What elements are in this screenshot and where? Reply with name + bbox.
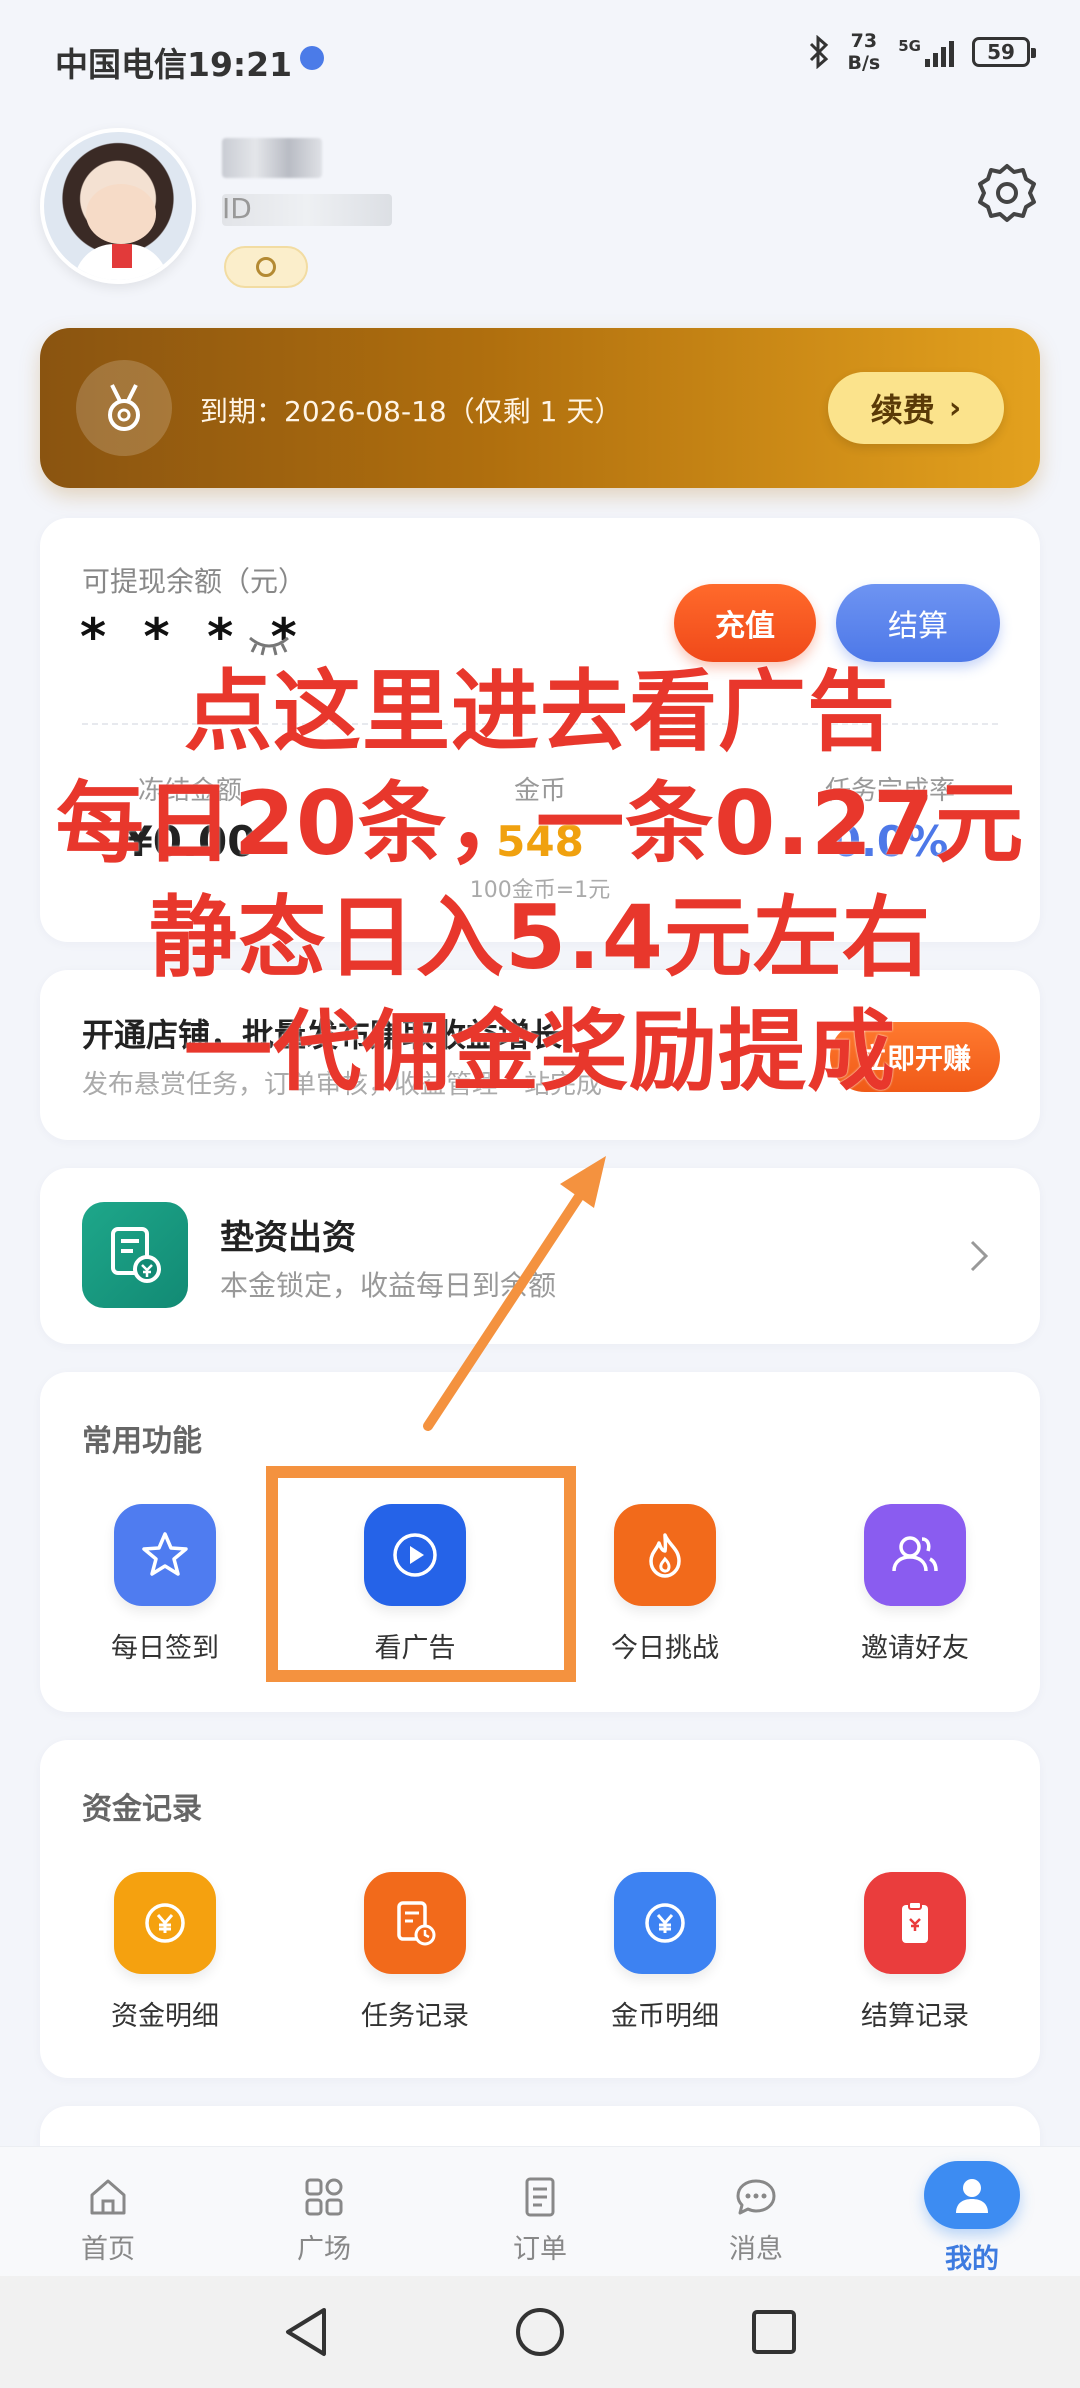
settlement-records-button[interactable]: 结算记录	[790, 1872, 1040, 2033]
username-blurred	[222, 138, 322, 178]
grid-label: 任务记录	[361, 2001, 469, 2032]
chevron-right-icon: ›	[948, 390, 962, 426]
fund-details-button[interactable]: 资金明细	[40, 1872, 290, 2033]
location-dot-icon	[300, 46, 324, 70]
coin-yuan-icon	[614, 1872, 716, 1974]
yuan-circle-icon	[114, 1872, 216, 1974]
section-title: 常用功能	[82, 1424, 202, 1459]
bluetooth-icon	[809, 35, 828, 69]
grid-label: 资金明细	[111, 2001, 219, 2032]
renew-button[interactable]: 续费 ›	[828, 372, 1004, 444]
nav-label: 订单	[513, 2234, 567, 2265]
grid-icon	[305, 2178, 343, 2216]
annotation-line-3: 静态日入5.4元左右	[149, 886, 931, 989]
chevron-right-icon	[970, 1240, 989, 1272]
avatar[interactable]	[40, 128, 196, 284]
annotation-line-4: 一代佣金奖励提成	[183, 1000, 896, 1103]
nav-orders[interactable]: 订单	[432, 2147, 648, 2276]
chat-icon	[736, 2179, 776, 2215]
system-navigation-bar	[0, 2276, 1080, 2388]
coin-details-button[interactable]: 金币明细	[540, 1872, 790, 2033]
carrier-time: 中国电信19:21	[55, 45, 293, 84]
advance-funding-card[interactable]: 垫资出资 本金锁定，收益每日到余额	[40, 1168, 1040, 1344]
signal-icon	[925, 37, 954, 67]
back-icon[interactable]	[280, 2304, 332, 2360]
renew-label: 续费	[870, 391, 935, 429]
home-icon	[90, 2179, 126, 2215]
badge-icon	[256, 257, 276, 277]
annotation-line-2: 每日20条，一条0.27元	[55, 772, 1025, 875]
grid-label: 今日挑战	[611, 1633, 719, 1664]
grid-label: 结算记录	[861, 2001, 969, 2032]
nav-mine[interactable]: 我的	[864, 2147, 1080, 2276]
net-speed: 73 B/s	[848, 30, 881, 74]
home-circle-icon[interactable]	[512, 2304, 568, 2360]
battery-icon: 59	[972, 37, 1036, 67]
star-icon	[114, 1504, 216, 1606]
recharge-button[interactable]: 充值	[674, 584, 816, 662]
settings-button[interactable]	[974, 160, 1040, 226]
users-icon	[864, 1504, 966, 1606]
task-records-button[interactable]: 任务记录	[290, 1872, 540, 2033]
section-title: 资金记录	[82, 1792, 202, 1827]
nav-square[interactable]: 广场	[216, 2147, 432, 2276]
net-speed-unit: B/s	[847, 52, 881, 74]
document-icon	[525, 2177, 555, 2217]
net-speed-value: 73	[850, 30, 878, 52]
grid-label: 邀请好友	[861, 1633, 969, 1664]
grid-label: 每日签到	[111, 1633, 219, 1664]
document-yuan-icon	[82, 1202, 188, 1308]
grid-label: 金币明细	[611, 2001, 719, 2032]
network-type: 5G	[898, 37, 921, 55]
document-clock-icon	[364, 1872, 466, 1974]
battery-level: 59	[987, 40, 1015, 64]
membership-banner: 到期：2026-08-18（仅剩 1 天） 续费 ›	[40, 328, 1040, 488]
nav-messages[interactable]: 消息	[648, 2147, 864, 2276]
nav-label: 广场	[297, 2234, 351, 2265]
balance-title: 可提现余额（元）	[82, 565, 307, 598]
clipboard-yuan-icon	[864, 1872, 966, 1974]
medal-icon	[76, 360, 172, 456]
recents-icon[interactable]	[748, 2306, 800, 2358]
user-id-label: ID	[222, 192, 252, 225]
gear-icon	[978, 164, 1036, 222]
flame-icon	[614, 1504, 716, 1606]
daily-challenge-button[interactable]: 今日挑战	[540, 1504, 790, 1665]
membership-expiry: 到期：2026-08-18（仅剩 1 天）	[200, 395, 623, 428]
daily-checkin-button[interactable]: 每日签到	[40, 1504, 290, 1665]
advance-title: 垫资出资	[220, 1218, 356, 1258]
nav-label: 我的	[945, 2244, 999, 2275]
nav-label: 首页	[81, 2234, 135, 2265]
user-icon	[924, 2161, 1020, 2229]
status-icons: 73 B/s 5G 59	[808, 30, 1036, 74]
fund-records-card: 资金记录 资金明细 任务记录 金币明细 结算记录	[40, 1740, 1040, 2078]
settle-button[interactable]: 结算	[836, 584, 1000, 662]
bottom-navigation: 首页 广场 订单 消息 我的	[0, 2146, 1080, 2276]
eye-closed-icon[interactable]	[246, 632, 292, 656]
level-badge[interactable]	[224, 246, 308, 288]
status-bar: 中国电信19:21 73 B/s 5G 59	[0, 0, 1080, 92]
nav-label: 消息	[729, 2234, 783, 2265]
nav-home[interactable]: 首页	[0, 2147, 216, 2276]
invite-friends-button[interactable]: 邀请好友	[790, 1504, 1040, 1665]
annotation-line-1: 点这里进去看广告	[183, 660, 896, 763]
highlight-box	[266, 1466, 576, 1682]
advance-description: 本金锁定，收益每日到余额	[220, 1269, 557, 1302]
